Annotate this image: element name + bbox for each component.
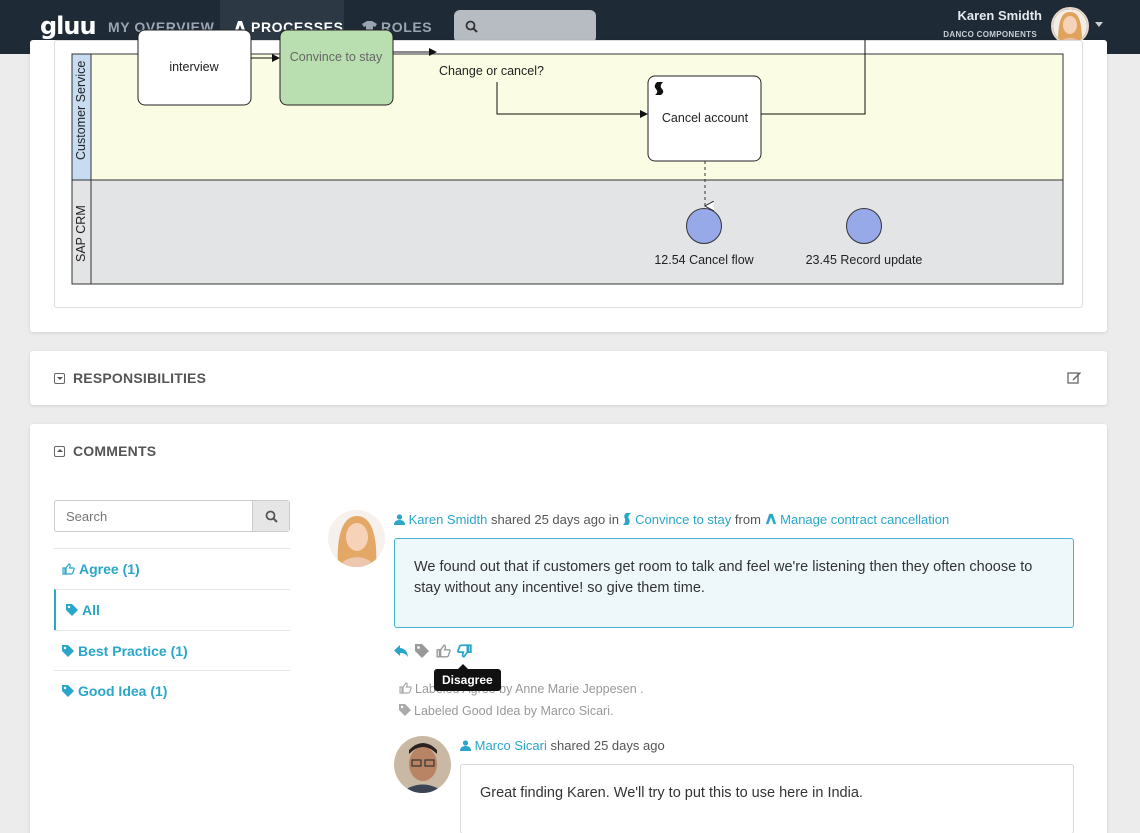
reply-icon[interactable] bbox=[394, 644, 409, 663]
tag-icon bbox=[399, 704, 411, 716]
comments-search bbox=[54, 500, 290, 532]
tag-icon bbox=[66, 604, 78, 616]
processes-icon bbox=[765, 513, 776, 525]
thumbs-up-icon bbox=[62, 563, 75, 575]
filter-agree[interactable]: Agree (1) bbox=[54, 548, 290, 589]
bpmn-diagram: Customer Service SAP CRM interview Convi… bbox=[71, 29, 1064, 285]
comment-1-activity-link[interactable]: Convince to stay bbox=[635, 512, 731, 527]
thumbs-up-icon[interactable] bbox=[436, 644, 451, 663]
task-convince-label: Convince to stay bbox=[290, 50, 383, 64]
disagree-tooltip: Disagree bbox=[434, 664, 501, 691]
search-icon bbox=[265, 510, 278, 523]
user-icon bbox=[394, 514, 405, 525]
comment-avatar-marco[interactable] bbox=[394, 736, 451, 793]
user-icon bbox=[460, 740, 471, 751]
activity-labeled-good-idea: Labeled Good Idea by Marco Sicari. bbox=[399, 704, 613, 718]
event-cancel-flow-label: 12.54 Cancel flow bbox=[654, 253, 754, 267]
thumbs-down-icon[interactable] bbox=[457, 644, 472, 663]
comments-search-button[interactable] bbox=[252, 501, 289, 531]
edit-icon[interactable] bbox=[1067, 370, 1082, 385]
thumbs-up-icon bbox=[399, 682, 412, 694]
comment-2-meta: Marco Sicari shared 25 days ago bbox=[460, 738, 665, 753]
comment-avatar-karen[interactable] bbox=[328, 510, 385, 567]
event-record-update[interactable] bbox=[846, 208, 882, 244]
comment-1-process-link[interactable]: Manage contract cancellation bbox=[780, 512, 949, 527]
lane-label-customer-service: Customer Service bbox=[74, 61, 88, 160]
script-task-icon bbox=[622, 513, 631, 525]
collapse-icon bbox=[54, 446, 65, 457]
comment-1-author-link[interactable]: Karen Smidth bbox=[409, 512, 488, 527]
filter-all[interactable]: All bbox=[54, 589, 290, 630]
filter-good-idea[interactable]: Good Idea (1) bbox=[54, 670, 290, 711]
task-cancel-label: Cancel account bbox=[662, 111, 749, 125]
task-interview-label: interview bbox=[169, 60, 219, 74]
tag-icon bbox=[62, 645, 74, 657]
comment-1-meta: Karen Smidth shared 25 days ago in Convi… bbox=[394, 512, 949, 527]
tag-icon bbox=[62, 685, 74, 697]
tag-icon[interactable] bbox=[415, 644, 429, 663]
expand-icon bbox=[54, 373, 65, 384]
filter-best-practice[interactable]: Best Practice (1) bbox=[54, 630, 290, 671]
gateway-label: Change or cancel? bbox=[439, 64, 544, 78]
comments-header[interactable]: COMMENTS bbox=[54, 443, 156, 459]
comment-2-body: Great finding Karen. We'll try to put th… bbox=[460, 764, 1074, 833]
lane-label-sap-crm: SAP CRM bbox=[74, 205, 88, 262]
comments-search-input[interactable] bbox=[55, 501, 253, 531]
event-record-update-label: 23.45 Record update bbox=[806, 253, 923, 267]
responsibilities-header[interactable]: RESPONSIBILITIES bbox=[54, 370, 206, 386]
task-convince-to-stay[interactable] bbox=[279, 29, 394, 106]
comment-2-author-link[interactable]: Marco Sicari bbox=[475, 738, 547, 753]
comment-1-body: We found out that if customers get room … bbox=[394, 538, 1074, 628]
lane-sap-crm bbox=[71, 179, 1064, 285]
event-cancel-flow[interactable] bbox=[686, 208, 722, 244]
